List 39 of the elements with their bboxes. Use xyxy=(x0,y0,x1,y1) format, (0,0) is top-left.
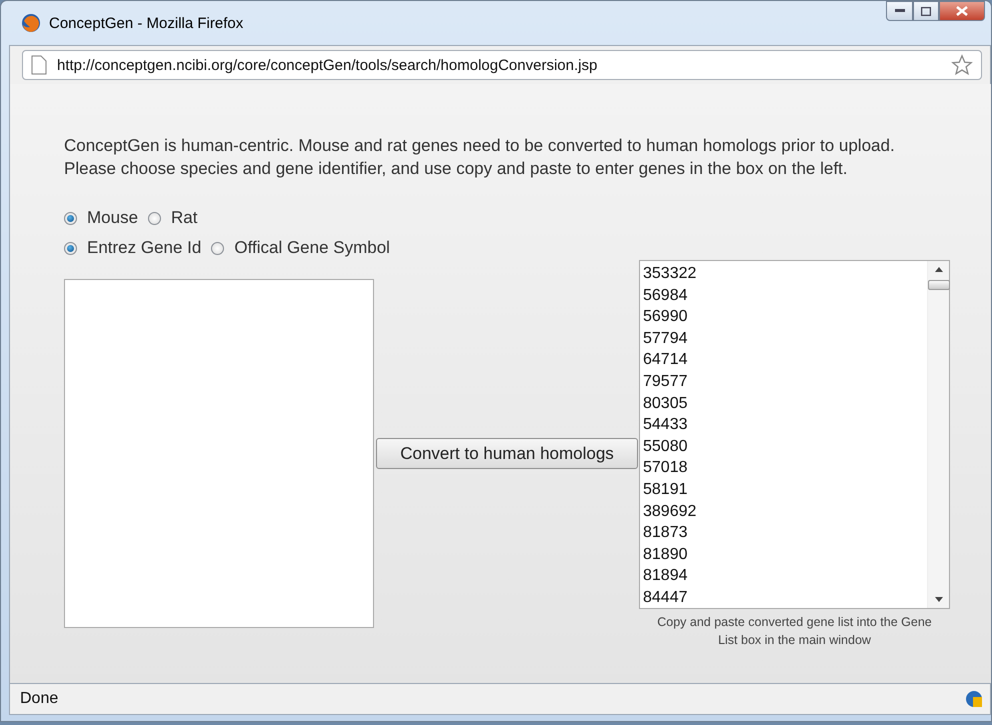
maximize-button[interactable] xyxy=(913,1,939,21)
scroll-down-icon[interactable] xyxy=(934,597,942,602)
gene-id: 57018 xyxy=(643,458,688,478)
gene-id: 81873 xyxy=(643,523,688,544)
gene-input-field[interactable] xyxy=(64,279,374,628)
minimize-icon[interactable] xyxy=(894,9,904,13)
close-icon[interactable] xyxy=(956,6,968,16)
gene-id: 57794 xyxy=(643,328,688,349)
gene-id: 79577 xyxy=(643,372,688,392)
gene-id: 81890 xyxy=(643,544,688,565)
gene-id: 56984 xyxy=(643,286,688,306)
scroll-thumb[interactable] xyxy=(928,280,950,290)
gene-id: 389692 xyxy=(643,502,698,522)
caption-text: Copy and paste converted gene list into the Gene List box in the main window xyxy=(656,614,933,649)
intro-text: ConceptGen is human-centric. Mouse and rat genes need to be converted to human homologs prior to upload. Please choose species and gene identifier, and use copy and paste to enter genes in the box on the left. xyxy=(64,135,896,180)
converted-gene-list[interactable]: 353322 56984 56990 57794 64714 79577 80305 54433 55080 57018 58191 389692 81873 81890 81894 84447 xyxy=(639,260,950,609)
radio-option[interactable]: Entrez Gene Id xyxy=(64,238,202,258)
gene-id: 80305 xyxy=(643,394,688,414)
maximize-icon[interactable] xyxy=(921,6,931,16)
gene-id: 81894 xyxy=(643,566,688,586)
gene-id: 64714 xyxy=(643,350,688,370)
convert-button[interactable]: Convert to human homologs xyxy=(376,438,638,469)
gene-id: 58191 xyxy=(643,480,688,500)
close-button[interactable] xyxy=(939,1,985,21)
star-icon[interactable] xyxy=(951,54,973,76)
gene-id: 353322 xyxy=(643,264,698,284)
gene-id: 56990 xyxy=(643,307,688,328)
gene-id: 54433 xyxy=(643,415,688,436)
radio-option[interactable]: Rat xyxy=(148,208,198,228)
radio-option[interactable]: Offical Gene Symbol xyxy=(211,238,390,258)
window-title: ConceptGen - Mozilla Firefox xyxy=(49,14,244,32)
status-text: Done xyxy=(20,690,60,708)
scroll-up-icon[interactable] xyxy=(934,267,942,272)
gene-id: 84447 xyxy=(643,588,688,608)
radio-option[interactable]: Mouse xyxy=(64,208,138,228)
gene-id: 55080 xyxy=(643,436,688,457)
page-icon xyxy=(31,55,47,75)
address-field[interactable]: http://conceptgen.ncibi.org/core/conceptGen/tools/search/homologConversion.jsp xyxy=(22,50,982,80)
minimize-button[interactable] xyxy=(886,1,913,21)
